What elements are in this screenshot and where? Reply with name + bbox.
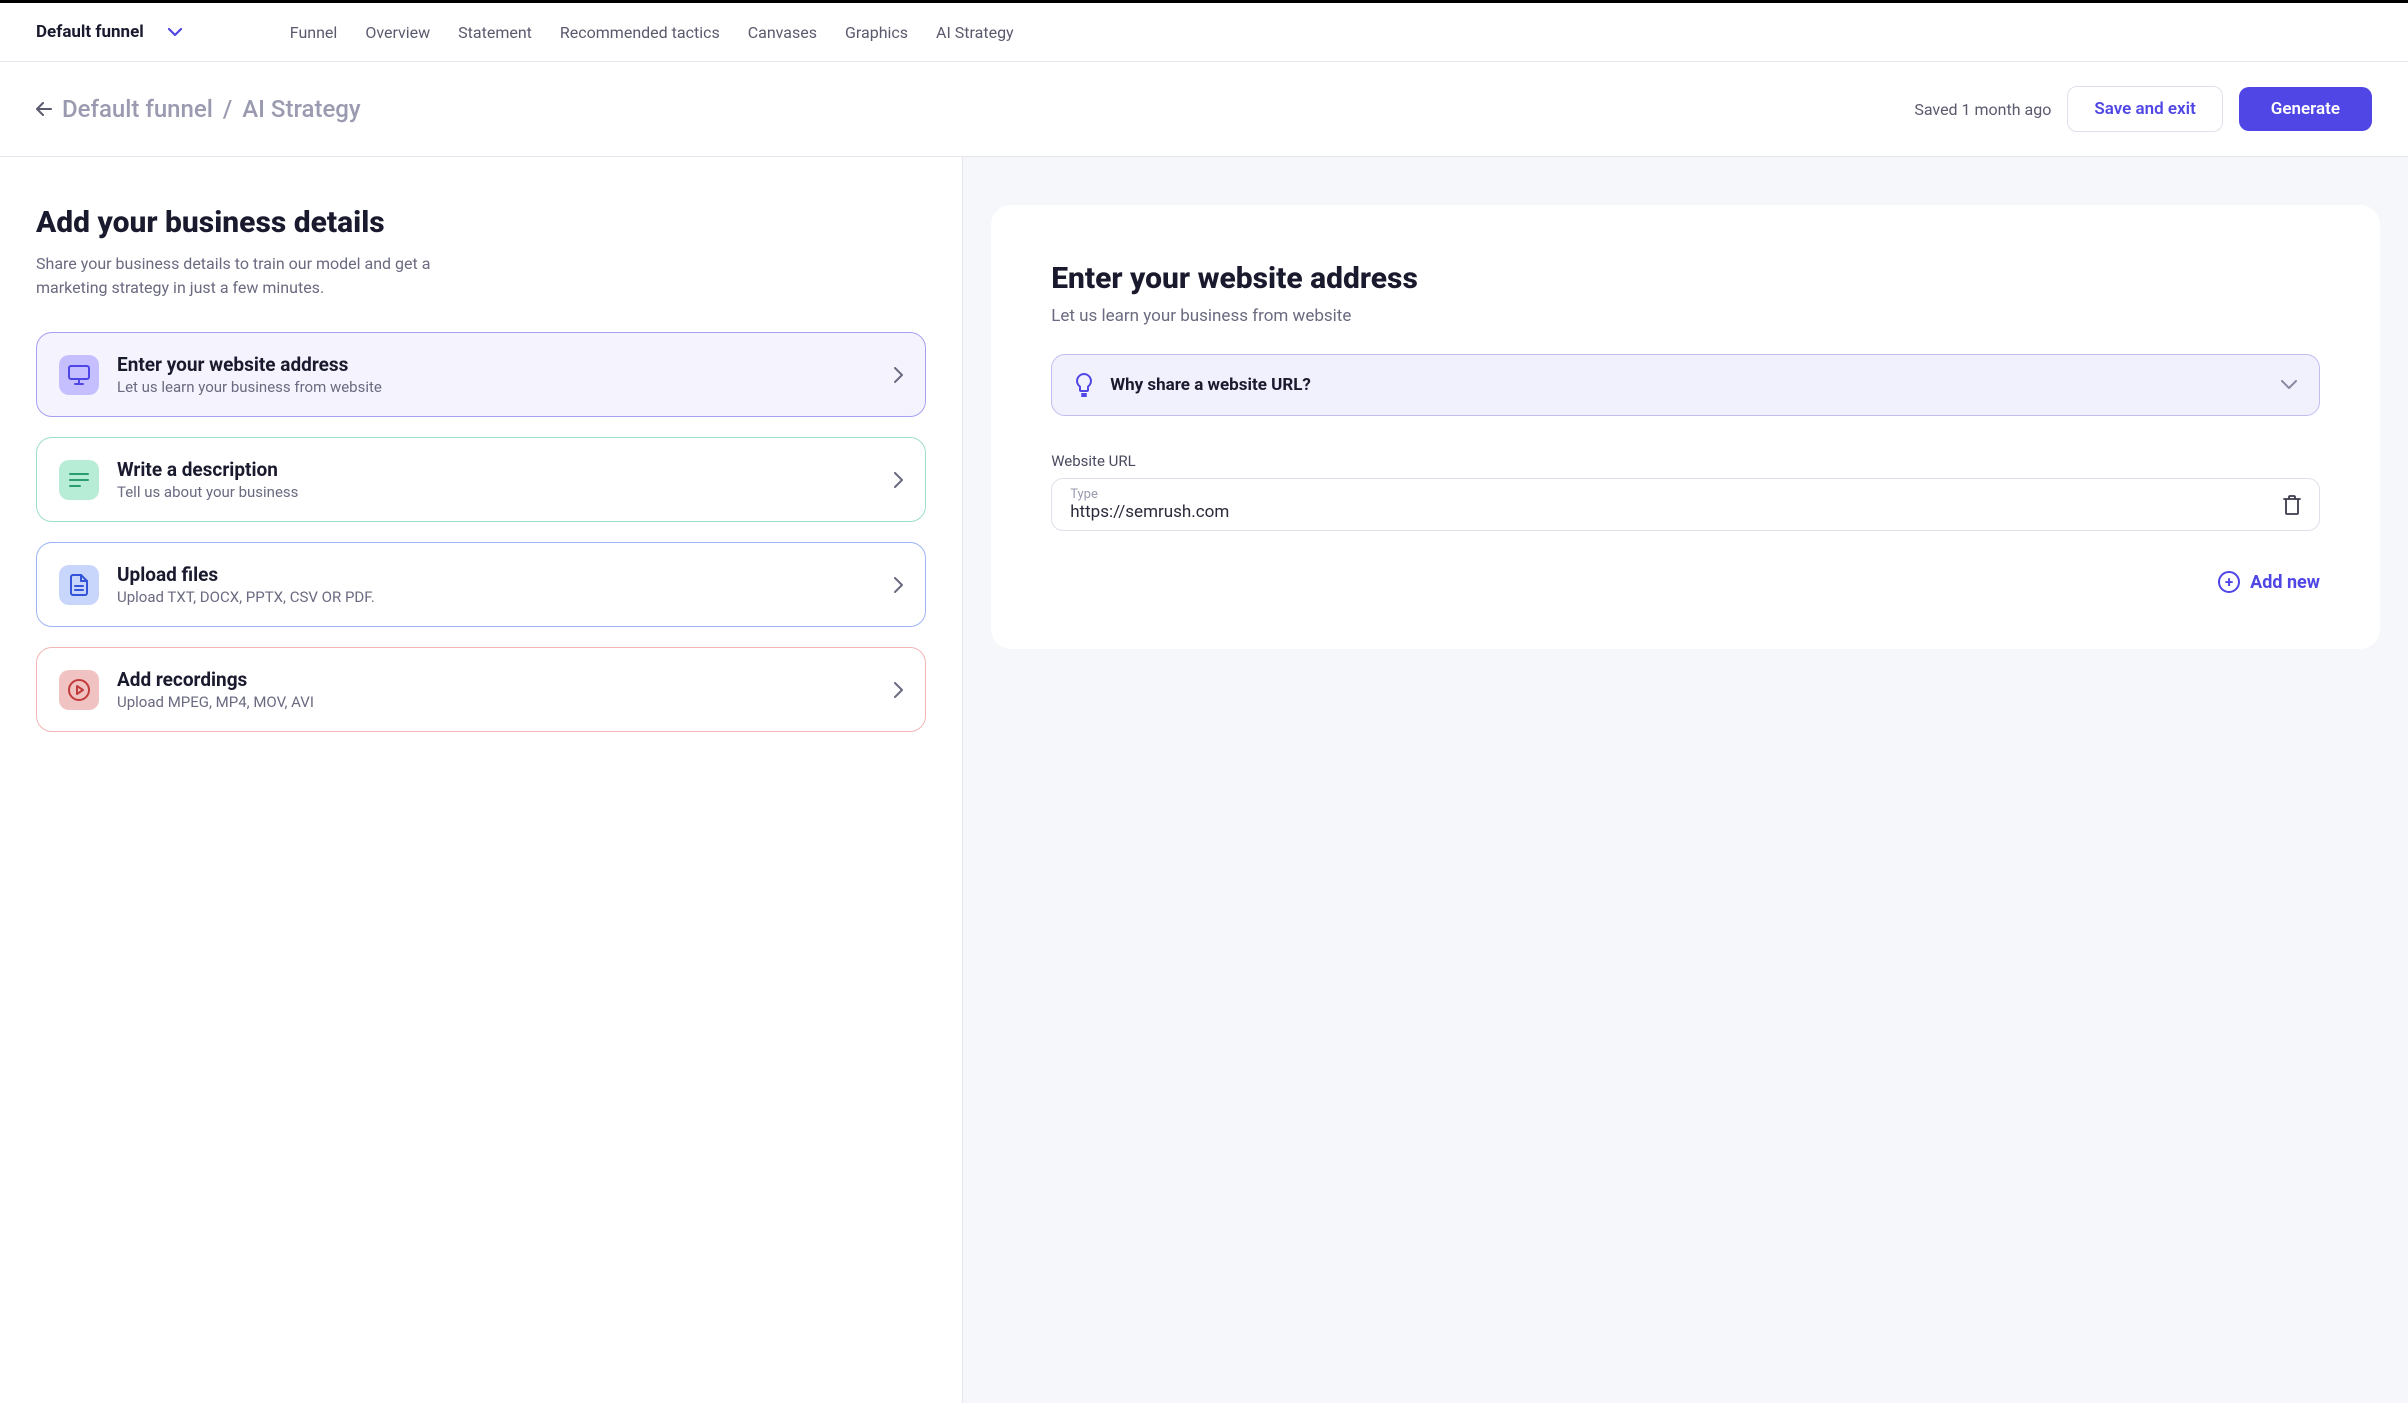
info-banner-text: Why share a website URL? <box>1110 375 2265 395</box>
right-subtitle: Let us learn your business from website <box>1051 306 2320 326</box>
plus-circle-icon: + <box>2218 571 2240 593</box>
info-banner[interactable]: Why share a website URL? <box>1051 354 2320 416</box>
url-input-row: Type <box>1051 478 2320 531</box>
option-website[interactable]: Enter your website address Let us learn … <box>36 332 926 417</box>
nav-canvases[interactable]: Canvases <box>748 23 817 42</box>
nav-statement[interactable]: Statement <box>458 23 532 42</box>
play-circle-icon <box>59 670 99 710</box>
chevron-down-icon <box>168 28 182 37</box>
file-icon <box>59 565 99 605</box>
breadcrumb-funnel: Default funnel <box>62 95 213 123</box>
left-title: Add your business details <box>36 205 926 240</box>
funnel-selector-label: Default funnel <box>36 22 144 42</box>
option-recordings[interactable]: Add recordings Upload MPEG, MP4, MOV, AV… <box>36 647 926 732</box>
back-arrow-icon[interactable] <box>36 102 52 116</box>
nav-funnel[interactable]: Funnel <box>290 23 338 42</box>
generate-button[interactable]: Generate <box>2239 87 2372 131</box>
monitor-icon <box>59 355 99 395</box>
chevron-down-icon <box>2281 380 2297 390</box>
option-upload-files-title: Upload files <box>117 563 876 586</box>
option-recordings-title: Add recordings <box>117 668 876 691</box>
option-upload-files[interactable]: Upload files Upload TXT, DOCX, PPTX, CSV… <box>36 542 926 627</box>
chevron-right-icon <box>894 577 903 593</box>
nav-ai-strategy[interactable]: AI Strategy <box>936 23 1014 42</box>
website-url-input[interactable] <box>1070 502 2283 522</box>
option-website-title: Enter your website address <box>117 353 876 376</box>
right-title: Enter your website address <box>1051 261 2320 296</box>
url-placeholder-label: Type <box>1070 487 2283 502</box>
funnel-selector[interactable]: Default funnel <box>36 22 182 42</box>
trash-icon[interactable] <box>2283 495 2301 515</box>
breadcrumb: Default funnel / AI Strategy <box>36 95 361 123</box>
option-description-title: Write a description <box>117 458 876 481</box>
add-new-button[interactable]: + Add new <box>1051 571 2320 593</box>
nav-overview[interactable]: Overview <box>365 23 430 42</box>
chevron-right-icon <box>894 682 903 698</box>
save-and-exit-button[interactable]: Save and exit <box>2067 86 2222 132</box>
text-lines-icon <box>59 460 99 500</box>
chevron-right-icon <box>894 472 903 488</box>
url-field-label: Website URL <box>1051 452 2320 470</box>
breadcrumb-separator: / <box>223 95 232 123</box>
option-upload-files-desc: Upload TXT, DOCX, PPTX, CSV OR PDF. <box>117 588 876 606</box>
left-subtitle: Share your business details to train our… <box>36 252 466 300</box>
option-description[interactable]: Write a description Tell us about your b… <box>36 437 926 522</box>
lightbulb-icon <box>1074 373 1094 397</box>
nav-recommended-tactics[interactable]: Recommended tactics <box>560 23 720 42</box>
chevron-right-icon <box>894 367 903 383</box>
option-recordings-desc: Upload MPEG, MP4, MOV, AVI <box>117 693 876 711</box>
saved-status: Saved 1 month ago <box>1914 100 2051 119</box>
breadcrumb-page: AI Strategy <box>242 95 360 123</box>
nav-graphics[interactable]: Graphics <box>845 23 908 42</box>
option-description-desc: Tell us about your business <box>117 483 876 501</box>
add-new-label: Add new <box>2250 572 2320 593</box>
option-website-desc: Let us learn your business from website <box>117 378 876 396</box>
